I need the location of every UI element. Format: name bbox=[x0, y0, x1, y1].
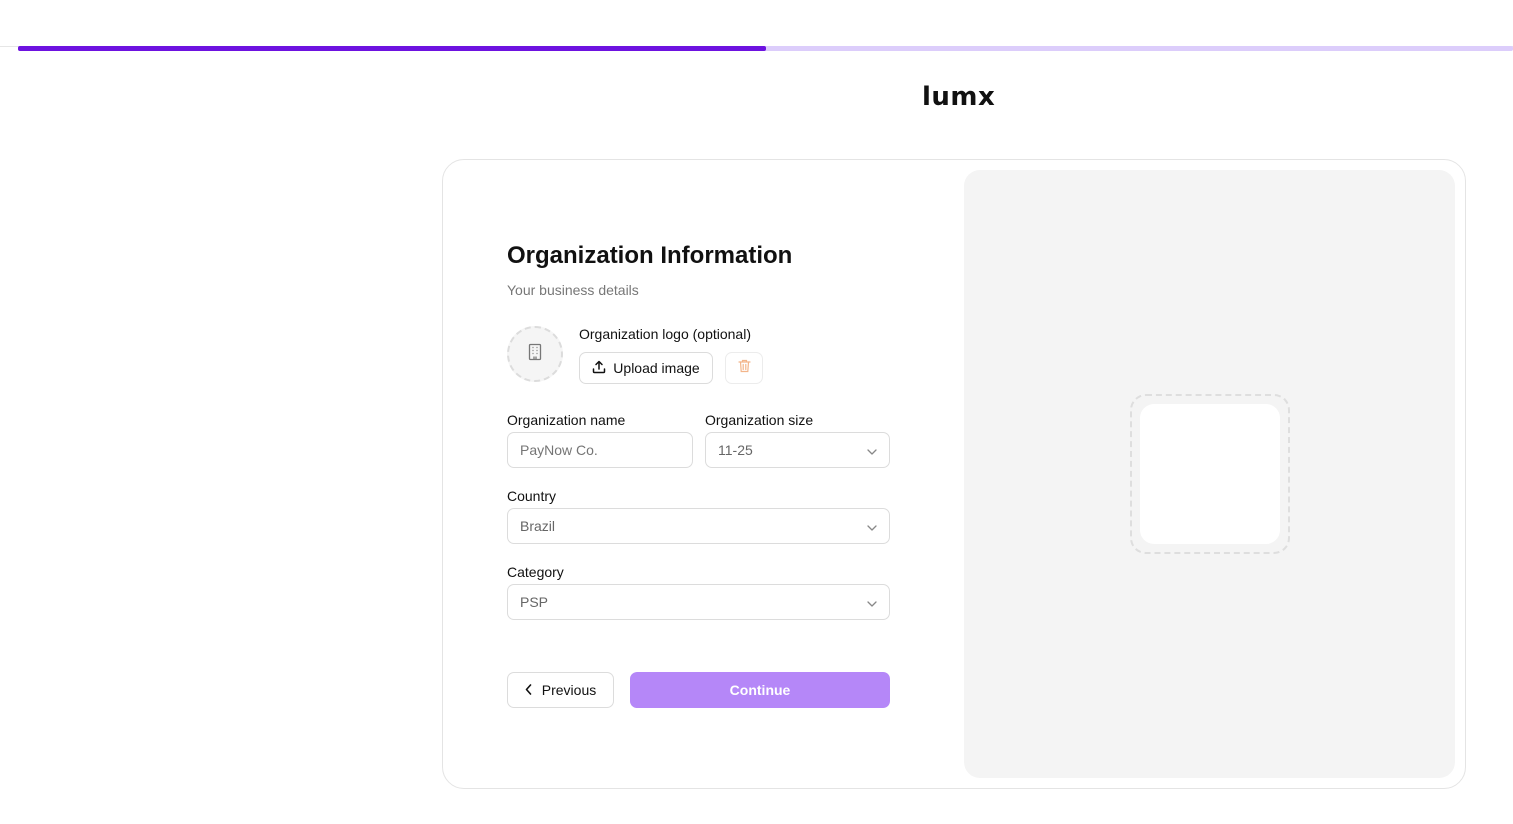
category-select[interactable]: PSP bbox=[507, 584, 890, 620]
continue-button[interactable]: Continue bbox=[630, 672, 890, 708]
page-subtitle: Your business details bbox=[507, 282, 639, 298]
progress-bar-fill bbox=[18, 46, 766, 51]
previous-label: Previous bbox=[541, 682, 597, 698]
logo-preview-image bbox=[1140, 404, 1280, 544]
chevron-down-icon bbox=[867, 518, 877, 534]
upload-image-button[interactable]: Upload image bbox=[579, 352, 713, 384]
trash-icon bbox=[737, 359, 751, 378]
brand-logo: lumx bbox=[922, 82, 996, 112]
progress-bar bbox=[18, 46, 1513, 51]
logo-placeholder[interactable] bbox=[507, 326, 563, 382]
country-value: Brazil bbox=[520, 518, 556, 534]
category-value: PSP bbox=[520, 594, 549, 610]
org-name-field[interactable] bbox=[507, 432, 693, 468]
chevron-down-icon bbox=[867, 594, 877, 610]
previous-button[interactable]: Previous bbox=[507, 672, 614, 708]
logo-preview-frame bbox=[1130, 394, 1290, 554]
page-title: Organization Information bbox=[507, 242, 793, 269]
upload-image-label: Upload image bbox=[613, 360, 700, 376]
upload-icon bbox=[592, 360, 606, 377]
org-size-label: Organization size bbox=[705, 412, 814, 428]
onboarding-card: Organization Information Your business d… bbox=[442, 159, 1466, 789]
logo-label: Organization logo (optional) bbox=[579, 326, 751, 342]
org-name-input[interactable] bbox=[520, 442, 680, 458]
chevron-left-icon bbox=[525, 682, 532, 698]
country-label: Country bbox=[507, 488, 557, 504]
category-label: Category bbox=[507, 564, 564, 580]
building-icon bbox=[527, 343, 543, 366]
country-select[interactable]: Brazil bbox=[507, 508, 890, 544]
org-size-select[interactable]: 11-25 bbox=[705, 432, 890, 468]
logo-preview-panel bbox=[964, 170, 1455, 778]
delete-logo-button[interactable] bbox=[725, 352, 763, 384]
org-name-label: Organization name bbox=[507, 412, 626, 428]
org-size-value: 11-25 bbox=[718, 442, 753, 458]
chevron-down-icon bbox=[867, 442, 877, 458]
